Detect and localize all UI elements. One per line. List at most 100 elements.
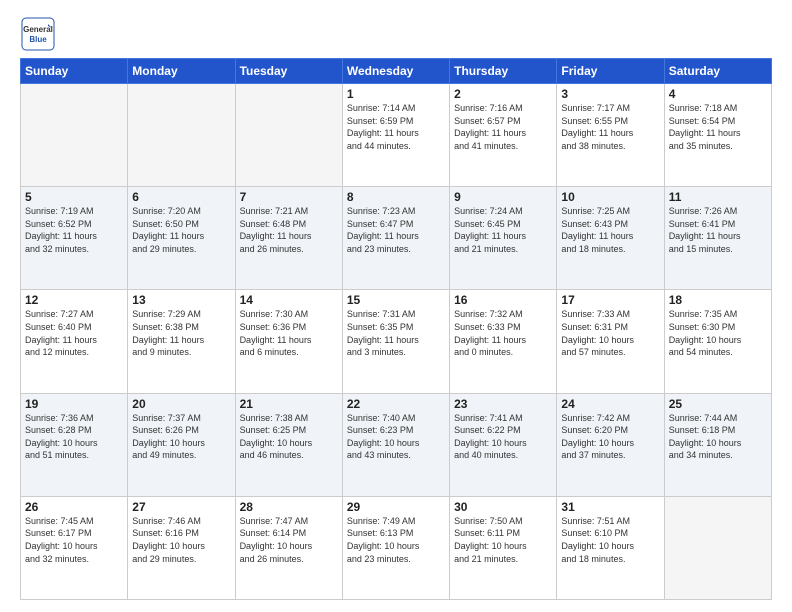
day-number: 12 [25,293,123,307]
day-cell: 11Sunrise: 7:26 AM Sunset: 6:41 PM Dayli… [664,187,771,290]
day-info: Sunrise: 7:32 AM Sunset: 6:33 PM Dayligh… [454,308,552,358]
day-cell: 6Sunrise: 7:20 AM Sunset: 6:50 PM Daylig… [128,187,235,290]
day-info: Sunrise: 7:36 AM Sunset: 6:28 PM Dayligh… [25,412,123,462]
day-number: 2 [454,87,552,101]
day-number: 15 [347,293,445,307]
day-number: 4 [669,87,767,101]
day-cell: 10Sunrise: 7:25 AM Sunset: 6:43 PM Dayli… [557,187,664,290]
day-number: 23 [454,397,552,411]
day-cell: 7Sunrise: 7:21 AM Sunset: 6:48 PM Daylig… [235,187,342,290]
day-number: 19 [25,397,123,411]
day-number: 6 [132,190,230,204]
week-row-1: 1Sunrise: 7:14 AM Sunset: 6:59 PM Daylig… [21,84,772,187]
week-row-3: 12Sunrise: 7:27 AM Sunset: 6:40 PM Dayli… [21,290,772,393]
weekday-header-monday: Monday [128,59,235,84]
day-cell: 8Sunrise: 7:23 AM Sunset: 6:47 PM Daylig… [342,187,449,290]
weekday-header-friday: Friday [557,59,664,84]
day-info: Sunrise: 7:20 AM Sunset: 6:50 PM Dayligh… [132,205,230,255]
day-number: 7 [240,190,338,204]
day-cell: 25Sunrise: 7:44 AM Sunset: 6:18 PM Dayli… [664,393,771,496]
weekday-header-wednesday: Wednesday [342,59,449,84]
day-cell: 19Sunrise: 7:36 AM Sunset: 6:28 PM Dayli… [21,393,128,496]
day-cell: 3Sunrise: 7:17 AM Sunset: 6:55 PM Daylig… [557,84,664,187]
day-info: Sunrise: 7:25 AM Sunset: 6:43 PM Dayligh… [561,205,659,255]
day-cell: 18Sunrise: 7:35 AM Sunset: 6:30 PM Dayli… [664,290,771,393]
day-cell [128,84,235,187]
day-cell: 27Sunrise: 7:46 AM Sunset: 6:16 PM Dayli… [128,496,235,599]
weekday-header-row: SundayMondayTuesdayWednesdayThursdayFrid… [21,59,772,84]
day-info: Sunrise: 7:38 AM Sunset: 6:25 PM Dayligh… [240,412,338,462]
day-cell [235,84,342,187]
day-cell: 21Sunrise: 7:38 AM Sunset: 6:25 PM Dayli… [235,393,342,496]
day-info: Sunrise: 7:35 AM Sunset: 6:30 PM Dayligh… [669,308,767,358]
day-number: 9 [454,190,552,204]
day-info: Sunrise: 7:46 AM Sunset: 6:16 PM Dayligh… [132,515,230,565]
day-cell: 12Sunrise: 7:27 AM Sunset: 6:40 PM Dayli… [21,290,128,393]
day-info: Sunrise: 7:17 AM Sunset: 6:55 PM Dayligh… [561,102,659,152]
day-cell: 29Sunrise: 7:49 AM Sunset: 6:13 PM Dayli… [342,496,449,599]
day-info: Sunrise: 7:14 AM Sunset: 6:59 PM Dayligh… [347,102,445,152]
day-info: Sunrise: 7:42 AM Sunset: 6:20 PM Dayligh… [561,412,659,462]
day-cell: 1Sunrise: 7:14 AM Sunset: 6:59 PM Daylig… [342,84,449,187]
day-cell: 4Sunrise: 7:18 AM Sunset: 6:54 PM Daylig… [664,84,771,187]
logo: General Blue [20,16,58,52]
day-number: 10 [561,190,659,204]
day-info: Sunrise: 7:50 AM Sunset: 6:11 PM Dayligh… [454,515,552,565]
day-cell [21,84,128,187]
day-info: Sunrise: 7:41 AM Sunset: 6:22 PM Dayligh… [454,412,552,462]
day-cell: 15Sunrise: 7:31 AM Sunset: 6:35 PM Dayli… [342,290,449,393]
day-cell: 24Sunrise: 7:42 AM Sunset: 6:20 PM Dayli… [557,393,664,496]
day-cell: 26Sunrise: 7:45 AM Sunset: 6:17 PM Dayli… [21,496,128,599]
week-row-5: 26Sunrise: 7:45 AM Sunset: 6:17 PM Dayli… [21,496,772,599]
day-cell: 2Sunrise: 7:16 AM Sunset: 6:57 PM Daylig… [450,84,557,187]
day-number: 25 [669,397,767,411]
day-info: Sunrise: 7:33 AM Sunset: 6:31 PM Dayligh… [561,308,659,358]
day-info: Sunrise: 7:23 AM Sunset: 6:47 PM Dayligh… [347,205,445,255]
day-info: Sunrise: 7:45 AM Sunset: 6:17 PM Dayligh… [25,515,123,565]
svg-text:Blue: Blue [29,35,47,44]
day-info: Sunrise: 7:47 AM Sunset: 6:14 PM Dayligh… [240,515,338,565]
day-cell: 17Sunrise: 7:33 AM Sunset: 6:31 PM Dayli… [557,290,664,393]
logo-icon: General Blue [20,16,56,52]
day-cell: 13Sunrise: 7:29 AM Sunset: 6:38 PM Dayli… [128,290,235,393]
day-number: 18 [669,293,767,307]
day-info: Sunrise: 7:29 AM Sunset: 6:38 PM Dayligh… [132,308,230,358]
day-info: Sunrise: 7:40 AM Sunset: 6:23 PM Dayligh… [347,412,445,462]
day-info: Sunrise: 7:16 AM Sunset: 6:57 PM Dayligh… [454,102,552,152]
day-info: Sunrise: 7:30 AM Sunset: 6:36 PM Dayligh… [240,308,338,358]
day-cell [664,496,771,599]
day-number: 14 [240,293,338,307]
svg-text:General: General [23,25,53,34]
day-info: Sunrise: 7:24 AM Sunset: 6:45 PM Dayligh… [454,205,552,255]
day-cell: 23Sunrise: 7:41 AM Sunset: 6:22 PM Dayli… [450,393,557,496]
day-number: 16 [454,293,552,307]
header: General Blue [20,16,772,52]
day-number: 29 [347,500,445,514]
week-row-4: 19Sunrise: 7:36 AM Sunset: 6:28 PM Dayli… [21,393,772,496]
day-number: 20 [132,397,230,411]
day-cell: 14Sunrise: 7:30 AM Sunset: 6:36 PM Dayli… [235,290,342,393]
day-cell: 16Sunrise: 7:32 AM Sunset: 6:33 PM Dayli… [450,290,557,393]
day-cell: 9Sunrise: 7:24 AM Sunset: 6:45 PM Daylig… [450,187,557,290]
day-number: 5 [25,190,123,204]
day-cell: 28Sunrise: 7:47 AM Sunset: 6:14 PM Dayli… [235,496,342,599]
day-number: 11 [669,190,767,204]
page: General Blue SundayMondayTuesdayWednesda… [0,0,792,612]
day-info: Sunrise: 7:18 AM Sunset: 6:54 PM Dayligh… [669,102,767,152]
day-info: Sunrise: 7:51 AM Sunset: 6:10 PM Dayligh… [561,515,659,565]
day-number: 30 [454,500,552,514]
day-number: 8 [347,190,445,204]
day-info: Sunrise: 7:21 AM Sunset: 6:48 PM Dayligh… [240,205,338,255]
weekday-header-sunday: Sunday [21,59,128,84]
day-number: 21 [240,397,338,411]
weekday-header-saturday: Saturday [664,59,771,84]
day-number: 28 [240,500,338,514]
day-cell: 30Sunrise: 7:50 AM Sunset: 6:11 PM Dayli… [450,496,557,599]
day-number: 26 [25,500,123,514]
week-row-2: 5Sunrise: 7:19 AM Sunset: 6:52 PM Daylig… [21,187,772,290]
day-cell: 5Sunrise: 7:19 AM Sunset: 6:52 PM Daylig… [21,187,128,290]
day-cell: 22Sunrise: 7:40 AM Sunset: 6:23 PM Dayli… [342,393,449,496]
day-number: 27 [132,500,230,514]
day-number: 24 [561,397,659,411]
day-number: 3 [561,87,659,101]
